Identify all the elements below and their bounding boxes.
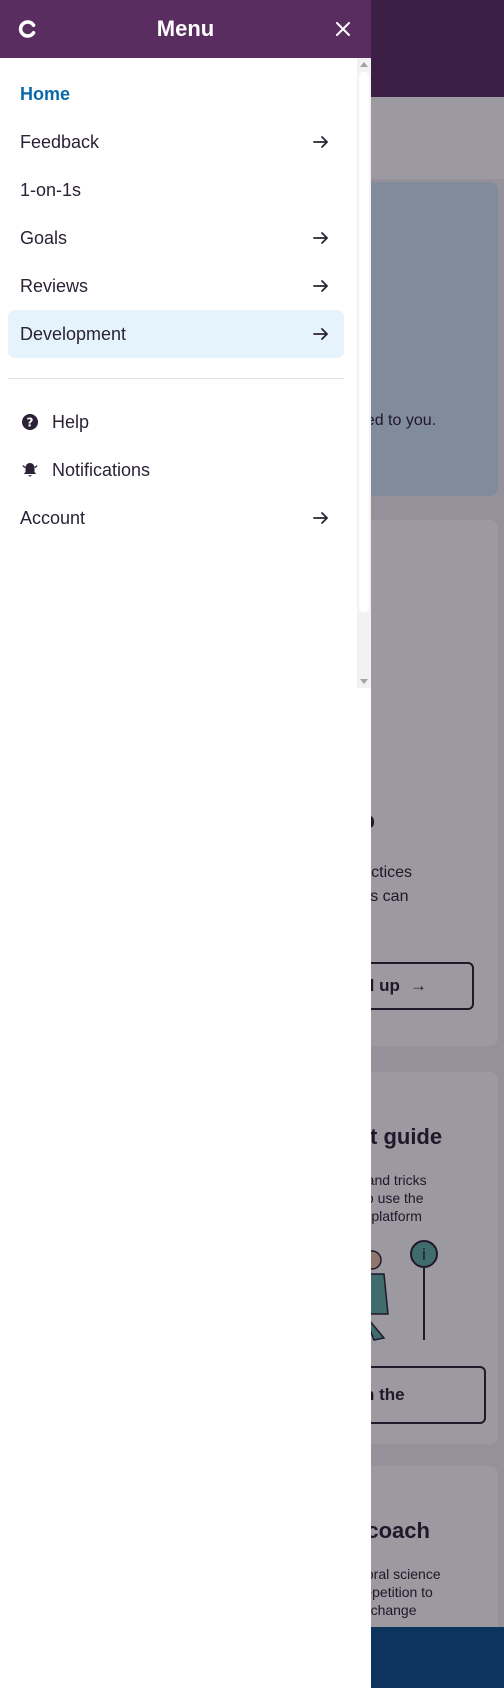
help-circle-icon: ?: [20, 412, 40, 432]
nav-item-label: Goals: [20, 227, 68, 248]
svg-text:?: ?: [27, 416, 34, 430]
drawer-scroll-area: Home Feedback 1-on-1s Goals Reviews Deve…: [0, 58, 371, 688]
drawer-header: Menu: [0, 0, 371, 58]
nav-item-label: Home: [20, 83, 71, 104]
close-icon[interactable]: [329, 15, 357, 43]
secondary-nav: ? Help Notifications Account: [8, 398, 344, 542]
nav-item-development[interactable]: Development: [8, 310, 344, 358]
nav-item-help[interactable]: ? Help: [8, 398, 344, 446]
nav-item-reviews[interactable]: Reviews: [8, 262, 344, 310]
arrow-right-icon: [312, 324, 330, 344]
arrow-right-icon: [312, 132, 330, 152]
nav-item-label: 1-on-1s: [20, 179, 82, 200]
bell-icon: [20, 460, 40, 480]
nav-item-label: Reviews: [20, 275, 89, 296]
drawer-scrollbar[interactable]: [357, 58, 371, 688]
nav-item-label: Feedback: [20, 131, 100, 152]
nav-divider: [8, 378, 344, 379]
scroll-up-icon[interactable]: [360, 62, 368, 67]
nav-item-label: Help: [52, 411, 90, 432]
nav-item-notifications[interactable]: Notifications: [8, 446, 344, 494]
scroll-down-icon[interactable]: [360, 679, 368, 684]
arrow-right-icon: [312, 276, 330, 296]
primary-nav: Home Feedback 1-on-1s Goals Reviews Deve…: [8, 70, 344, 358]
navigation-drawer: Menu Home Feedback 1-on-1s Goals Reviews…: [0, 0, 371, 1688]
nav-item-label: Account: [20, 507, 86, 528]
arrow-right-icon: [312, 508, 330, 528]
brand-logo-icon[interactable]: [16, 17, 40, 41]
drawer-title: Menu: [156, 16, 215, 41]
nav-item-account[interactable]: Account: [8, 494, 344, 542]
nav-item-label: Notifications: [52, 459, 151, 480]
nav-item-home[interactable]: Home: [8, 70, 344, 118]
nav-item-1-on-1s[interactable]: 1-on-1s: [8, 166, 344, 214]
nav-item-goals[interactable]: Goals: [8, 214, 344, 262]
nav-item-feedback[interactable]: Feedback: [8, 118, 344, 166]
scrollbar-thumb[interactable]: [359, 72, 369, 612]
nav-item-label: Development: [20, 323, 127, 344]
arrow-right-icon: [312, 228, 330, 248]
